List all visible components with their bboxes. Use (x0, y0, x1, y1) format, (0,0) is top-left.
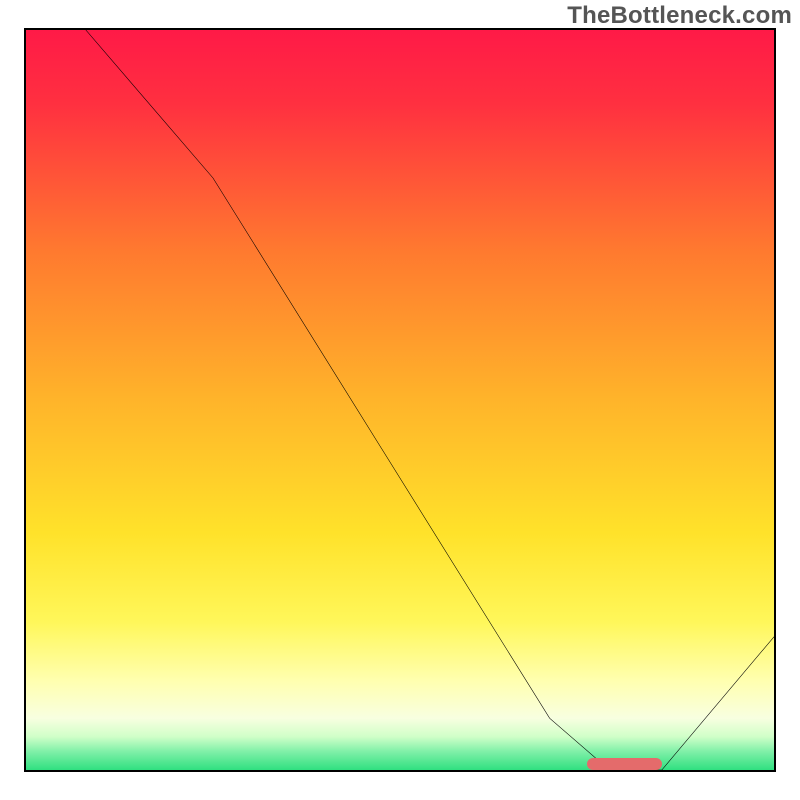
bottleneck-marker (587, 758, 662, 770)
chart-container: TheBottleneck.com (0, 0, 800, 800)
plot-area (24, 28, 776, 772)
watermark-text: TheBottleneck.com (567, 2, 792, 30)
gradient-background (26, 30, 774, 770)
